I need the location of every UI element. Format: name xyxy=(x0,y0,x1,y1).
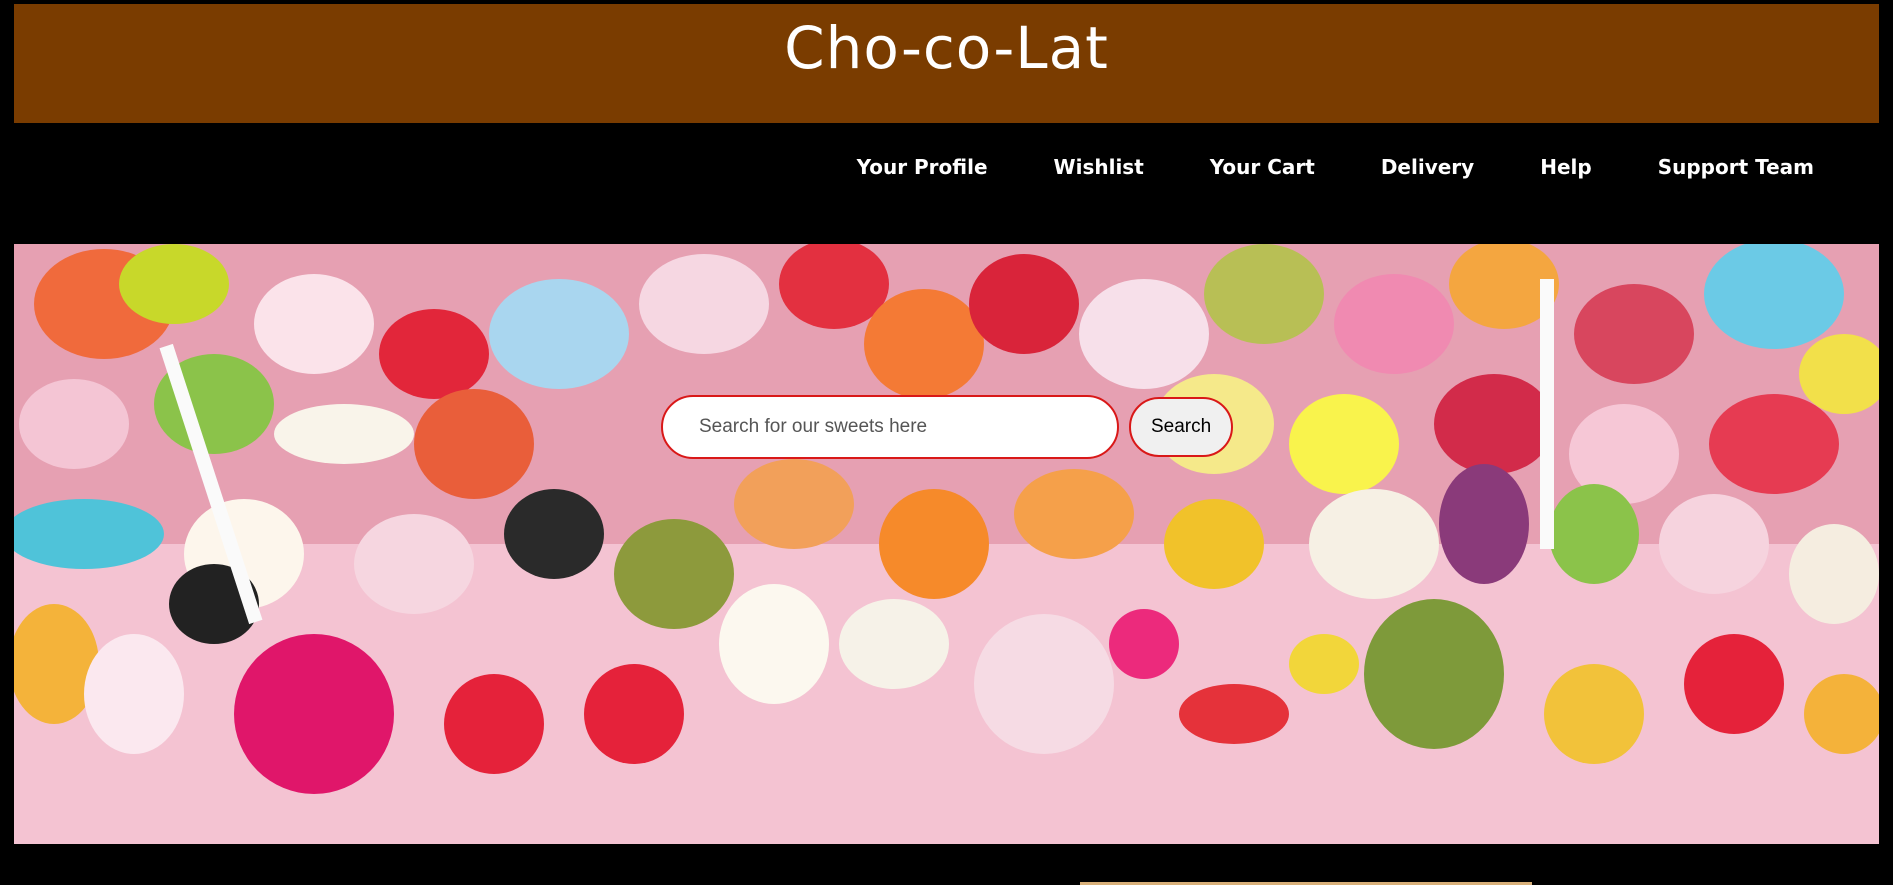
candy-background-image xyxy=(14,244,1879,844)
nav-your-cart[interactable]: Your Cart xyxy=(1177,155,1348,179)
nav-wishlist[interactable]: Wishlist xyxy=(1021,155,1177,179)
search-input[interactable] xyxy=(661,395,1119,459)
hero-banner: Search xyxy=(14,244,1879,844)
site-title: Cho-co-Lat xyxy=(784,14,1109,82)
main-nav: Your Profile Wishlist Your Cart Delivery… xyxy=(824,155,1847,179)
search-bar: Search xyxy=(661,395,1234,459)
nav-help[interactable]: Help xyxy=(1507,155,1624,179)
nav-support-team[interactable]: Support Team xyxy=(1625,155,1847,179)
nav-delivery[interactable]: Delivery xyxy=(1348,155,1507,179)
search-button[interactable]: Search xyxy=(1129,397,1234,457)
nav-your-profile[interactable]: Your Profile xyxy=(824,155,1021,179)
site-header: Cho-co-Lat xyxy=(14,4,1879,123)
